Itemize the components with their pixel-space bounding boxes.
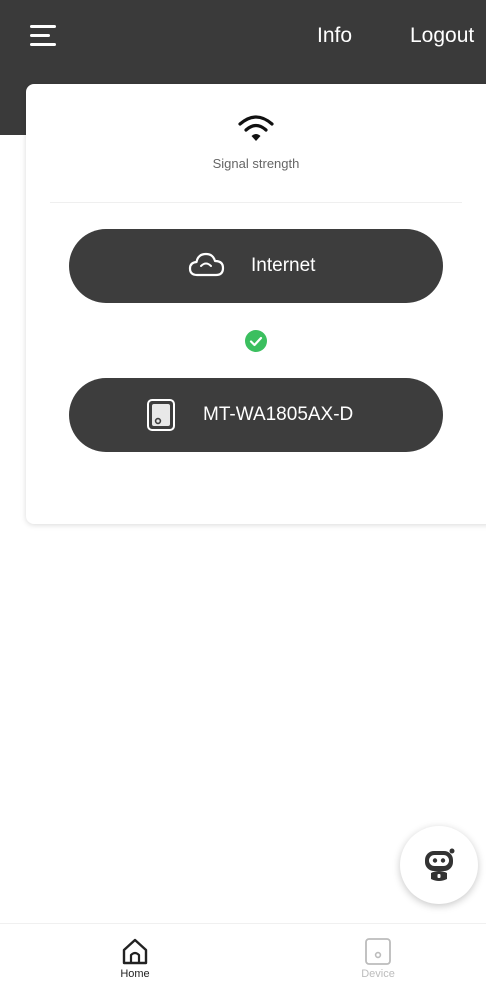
network-status-card: Signal strength Internet MT-WA1805AX-D: [26, 84, 486, 524]
signal-strength-label: Signal strength: [212, 156, 300, 171]
router-device-icon: [147, 399, 175, 431]
nav-label-device: Device: [361, 968, 395, 980]
nav-item-home[interactable]: Home: [95, 934, 175, 981]
device-name-label: MT-WA1805AX-D: [203, 404, 354, 425]
bottom-nav: Home Device: [0, 923, 486, 981]
divider: [50, 202, 462, 203]
wifi-signal-icon: [238, 115, 274, 141]
internet-button[interactable]: Internet: [69, 229, 443, 303]
internet-label: Internet: [251, 255, 316, 276]
assistant-button[interactable]: [400, 826, 478, 904]
nav-label-home: Home: [120, 968, 150, 980]
nav-item-device[interactable]: Device: [338, 934, 418, 981]
robot-assistant-icon: [425, 848, 455, 881]
device-icon: [365, 938, 391, 965]
home-icon: [122, 938, 148, 965]
logout-link[interactable]: Logout: [410, 24, 474, 48]
info-link[interactable]: Info: [317, 24, 352, 48]
device-button[interactable]: MT-WA1805AX-D: [69, 378, 443, 452]
cloud-icon: [188, 252, 225, 277]
page: Info Logout Signal strength Internet MT-…: [0, 0, 486, 981]
menu-icon[interactable]: [30, 22, 62, 50]
check-circle-icon: [245, 330, 267, 352]
